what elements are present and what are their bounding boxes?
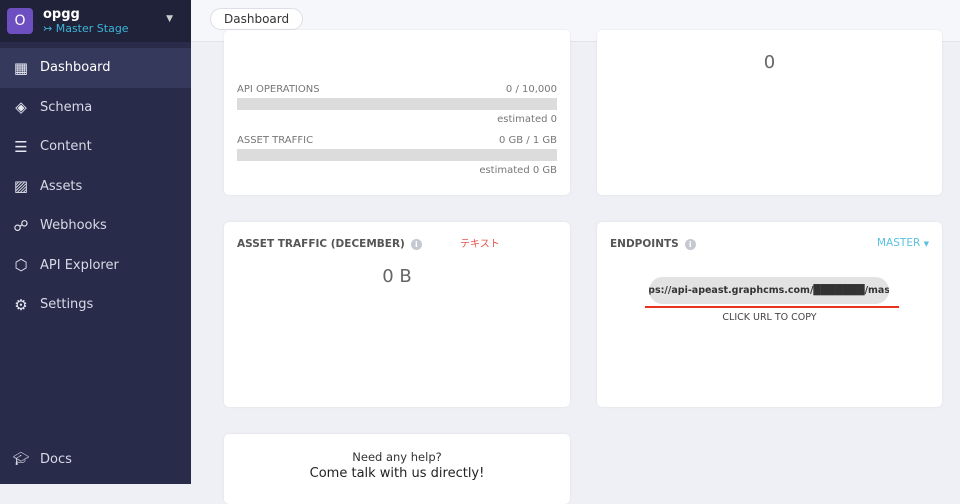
- stage-label: Master Stage: [55, 22, 129, 35]
- sidebar-item-webhooks[interactable]: ☍ Webhooks: [0, 206, 191, 246]
- chevron-down-icon[interactable]: ▼: [166, 14, 173, 24]
- sidebar-item-label: Dashboard: [40, 60, 111, 76]
- sidebar-item-settings[interactable]: ⚙ Settings: [0, 285, 191, 325]
- breadcrumb[interactable]: Dashboard: [210, 8, 304, 30]
- annotation-text: テキスト: [460, 239, 500, 250]
- asset-traffic-card: ASSET TRAFFIC (DECEMBER) i テキスト 0 B: [224, 222, 570, 407]
- sidebar-item-dashboard[interactable]: ▦ Dashboard: [0, 48, 191, 88]
- sidebar-item-schema[interactable]: ◈ Schema: [0, 88, 191, 128]
- asset-traffic-total: 0 B: [382, 266, 412, 287]
- caret-down-icon: ▼: [923, 240, 929, 248]
- dashboard-icon: ▦: [13, 58, 29, 77]
- stage-dropdown[interactable]: MASTER ▼: [877, 237, 929, 249]
- asset-traffic-bar: [237, 149, 557, 161]
- sidebar-item-label: Webhooks: [40, 218, 107, 234]
- image-icon: ▨: [13, 177, 29, 196]
- help-link[interactable]: Come talk with us directly!: [224, 466, 570, 481]
- stat-value: 0: [763, 52, 776, 73]
- endpoints-card: ENDPOINTS i MASTER ▼ https://api-apeast.g…: [597, 222, 942, 407]
- api-operations-estimate: estimated 0: [497, 114, 557, 125]
- endpoint-url-button[interactable]: https://api-apeast.graphcms.com/███████/…: [649, 277, 889, 304]
- asset-traffic-estimate: estimated 0 GB: [479, 165, 557, 176]
- api-operations-label: API OPERATIONS: [237, 84, 320, 95]
- copy-hint: CLICK URL TO COPY: [722, 312, 817, 323]
- sidebar-item-assets[interactable]: ▨ Assets: [0, 167, 191, 207]
- project-avatar: O: [7, 8, 33, 34]
- sidebar-item-label: Docs: [40, 451, 72, 467]
- annotation-underline: [645, 306, 899, 308]
- info-icon[interactable]: i: [684, 238, 696, 250]
- webhook-icon: ☍: [13, 216, 29, 235]
- graphql-icon: ⬡: [14, 256, 28, 275]
- sidebar-item-label: Settings: [40, 297, 94, 313]
- sidebar-item-label: API Explorer: [40, 257, 119, 273]
- project-name: opgg: [43, 7, 80, 22]
- sidebar-item-label: Schema: [40, 99, 93, 115]
- sidebar-item-label: Assets: [40, 178, 83, 194]
- project-switcher[interactable]: O opgg ↣ Master Stage ▼: [0, 0, 191, 42]
- sidebar: O opgg ↣ Master Stage ▼ ▦ Dashboard ◈ Sche…: [0, 0, 191, 484]
- card-title: ASSET TRAFFIC (DECEMBER): [237, 238, 405, 250]
- sidebar-item-docs[interactable]: 🎓︎ Docs: [0, 439, 191, 479]
- sidebar-item-api-explorer[interactable]: ⬡ API Explorer: [0, 246, 191, 286]
- asset-traffic-label: ASSET TRAFFIC: [237, 135, 314, 146]
- sidebar-item-label: Content: [40, 139, 92, 155]
- stage-name: ↣ Master Stage: [43, 22, 129, 35]
- stats-card: 0: [597, 30, 942, 195]
- graduation-cap-icon: 🎓︎: [12, 451, 30, 467]
- asset-traffic-value: 0 GB / 1 GB: [498, 135, 557, 146]
- info-icon[interactable]: i: [410, 238, 422, 250]
- help-title: Need any help?: [352, 450, 442, 464]
- stage-dropdown-label: MASTER: [877, 237, 921, 249]
- card-title: ENDPOINTS: [610, 238, 679, 250]
- sidebar-item-content[interactable]: ☰ Content: [0, 127, 191, 167]
- api-operations-value: 0 / 10,000: [505, 84, 557, 95]
- list-icon: ☰: [14, 137, 28, 156]
- api-operations-bar: [237, 98, 557, 110]
- layers-icon: ◈: [15, 98, 27, 117]
- gear-icon: ⚙: [14, 295, 28, 314]
- help-card: Need any help? Come talk with us directl…: [224, 434, 570, 504]
- usage-card: API OPERATIONS 0 / 10,000 estimated 0 ASS…: [224, 30, 570, 195]
